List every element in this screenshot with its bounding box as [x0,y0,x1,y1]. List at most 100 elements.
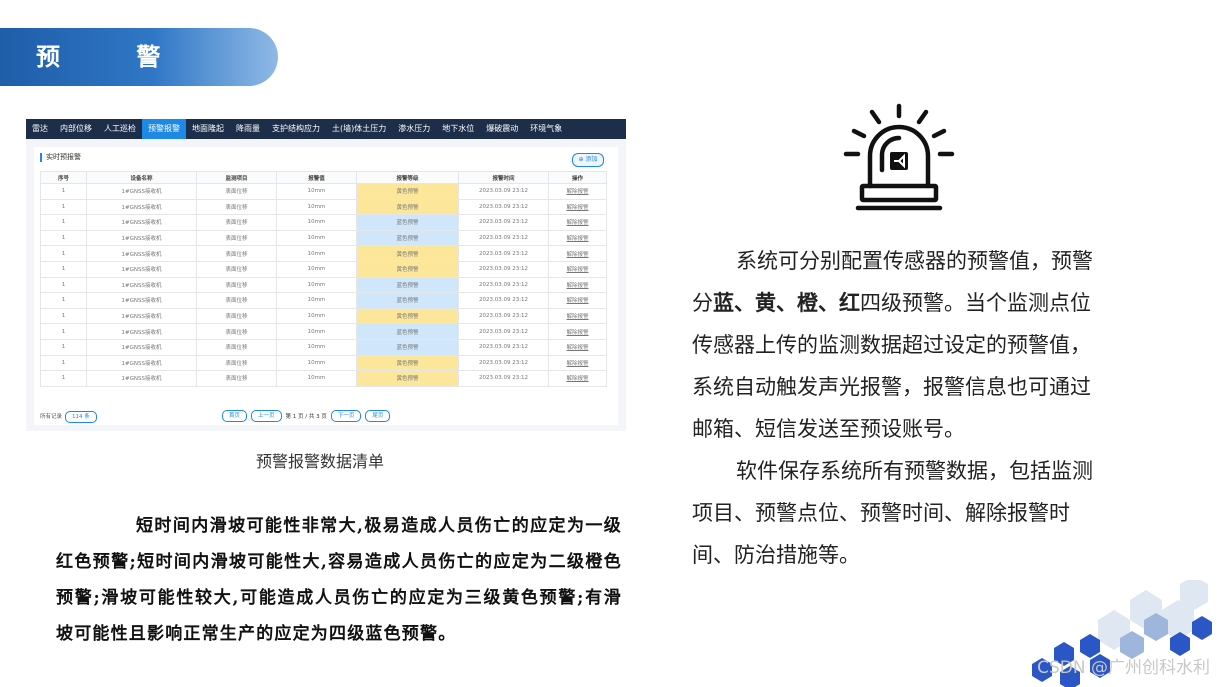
add-button[interactable]: ⊕ 添加 [572,153,604,167]
table-cell: 表面位移 [196,260,277,278]
table-cell: 表面位移 [196,323,277,340]
table-row: 1 1#GNSS接收机 表面位移 10mm 黄色预警 2023.03.09 23:12 解除… [40,260,607,278]
table-cell: 2023.03.09 23:12 [458,323,549,340]
alarm-level-cell: 黄色预警 [356,260,459,278]
page-title: 预 警 报 警 [36,42,195,129]
column-header: 序号 [40,171,87,184]
first-page-button[interactable]: 首页 [222,410,248,422]
table-cell: 2023.03.09 23:12 [458,292,549,309]
alarm-level-cell: 黄色预警 [356,198,459,216]
table-cell: 2023.03.09 23:12 [458,214,549,231]
page-info: 第 1 页 / 共 3 页 [285,414,327,420]
alarm-level-cell: 黄色预警 [356,370,459,387]
alarm-level-cell: 蓝色预警 [356,323,459,340]
table-cell: 1#GNSS接收机 [86,276,197,294]
table-row: 1 1#GNSS接收机 表面位移 10mm 蓝色预警 2023.03.09 23:12 解除… [40,292,607,309]
last-page-button[interactable]: 尾页 [365,410,391,422]
tab-item[interactable]: 雷达 [26,119,54,139]
ui-screenshot: 雷达 内部位移 人工巡检 预警报警 地面隆起 降雨量 支护结构应力 土(墙)体土压力 渗水压力地… [26,119,626,431]
table-cell: 1#GNSS接收机 [86,245,197,262]
table-cell: 1#GNSS接收机 [86,354,197,372]
table-row: 1 1#GNSS接收机 表面位移 10mm 蓝色预警 2023.03.09 23:12 解除… [40,323,607,340]
release-alarm-link[interactable]: 解除报警 [548,323,607,340]
table-cell: 1 [40,338,87,356]
table-cell: 2023.03.09 23:12 [458,276,549,294]
table-cell: 1 [40,198,87,216]
tab-item[interactable]: 环境气象 [524,119,568,139]
tab-item[interactable]: 地下水位 [436,119,480,139]
column-header: 报警时间 [458,171,549,184]
table-cell: 表面位移 [196,276,277,294]
table-cell: 10mm [276,354,357,372]
release-alarm-link[interactable]: 解除报警 [548,276,607,294]
table-cell: 1 [40,183,87,200]
table-cell: 1 [40,276,87,294]
tab-item[interactable]: 降雨量 [230,119,266,139]
prev-page-button[interactable]: 上一页 [251,410,282,422]
release-alarm-link[interactable]: 解除报警 [548,338,607,356]
table-cell: 表面位移 [196,245,277,262]
alarm-level-cell: 黄色预警 [356,307,459,325]
table-row: 1 1#GNSS接收机 表面位移 10mm 黄色预警 2023.03.09 23:12 解除… [40,307,607,325]
column-header: 报警值 [276,171,357,184]
release-alarm-link[interactable]: 解除报警 [548,183,607,200]
table-row: 1 1#GNSS接收机 表面位移 10mm 黄色预警 2023.03.09 23:12 解除… [40,370,607,387]
table-cell: 10mm [276,292,357,309]
table-cell: 10mm [276,276,357,294]
table-cell: 1 [40,292,87,309]
table-cell: 1 [40,307,87,325]
screenshot-caption: 预警报警数据清单 [256,452,385,471]
tab-item[interactable]: 预警报警 [142,119,186,139]
table-cell: 1 [40,245,87,262]
tab-item[interactable]: 爆破震动 [480,119,524,139]
release-alarm-link[interactable]: 解除报警 [548,245,607,262]
table-cell: 表面位移 [196,198,277,216]
table-row: 1 1#GNSS接收机 表面位移 10mm 蓝色预警 2023.03.09 23:12 解除… [40,338,607,356]
alarm-level-cell: 黄色预警 [356,183,459,200]
system-description: 系统可分别配置传感器的预警值，预警分蓝、黄、橙、红四级预警。当个监测点位传感器上… [692,240,1108,576]
tab-item[interactable]: 人工巡检 [98,119,142,139]
release-alarm-link[interactable]: 解除报警 [548,260,607,278]
table-cell: 2023.03.09 23:12 [458,245,549,262]
table-cell: 2023.03.09 23:12 [458,307,549,325]
tab-item[interactable]: 渗水压力 [392,119,436,139]
table-cell: 1#GNSS接收机 [86,323,197,340]
table-cell: 10mm [276,260,357,278]
release-alarm-link[interactable]: 解除报警 [548,214,607,231]
table-cell: 10mm [276,214,357,231]
table-row: 1 1#GNSS接收机 表面位移 10mm 蓝色预警 2023.03.09 23:12 解除… [40,276,607,294]
table-cell: 表面位移 [196,183,277,200]
table-cell: 10mm [276,245,357,262]
table-cell: 2023.03.09 23:12 [458,354,549,372]
next-page-button[interactable]: 下一页 [330,410,362,422]
release-alarm-link[interactable]: 解除报警 [548,370,607,387]
alarm-table: 序号 设备名称 监测项目 报警值 报警等级 报警时间 操作 1 1#GNSS接收机 表面位移 10… [40,171,607,387]
table-cell: 1#GNSS接收机 [86,229,197,247]
total-label: 所有记录 [40,414,63,420]
release-alarm-link[interactable]: 解除报警 [548,198,607,216]
release-alarm-link[interactable]: 解除报警 [548,292,607,309]
release-alarm-link[interactable]: 解除报警 [548,354,607,372]
release-alarm-link[interactable]: 解除报警 [548,229,607,247]
column-header: 报警等级 [356,171,459,184]
table-cell: 2023.03.09 23:12 [458,198,549,216]
alarm-level-cell: 蓝色预警 [356,292,459,309]
record-total: 所有记录 114 条 [40,411,97,423]
table-cell: 1 [40,260,87,278]
table-row: 1 1#GNSS接收机 表面位移 10mm 黄色预警 2023.03.09 23:12 解除… [40,198,607,216]
table-cell: 2023.03.09 23:12 [458,370,549,387]
table-cell: 1 [40,229,87,247]
tab-item[interactable]: 内部位移 [54,119,98,139]
table-cell: 2023.03.09 23:12 [458,260,549,278]
table-cell: 10mm [276,307,357,325]
table-cell: 表面位移 [196,307,277,325]
release-alarm-link[interactable]: 解除报警 [548,307,607,325]
table-cell: 10mm [276,183,357,200]
tab-item[interactable]: 支护结构应力 [266,119,326,139]
tab-item[interactable]: 土(墙)体土压力 [326,119,392,139]
tab-item[interactable]: 地面隆起 [186,119,230,139]
table-cell: 1 [40,214,87,231]
table-row: 1 1#GNSS接收机 表面位移 10mm 黄色预警 2023.03.09 23:12 解除… [40,183,607,200]
p1-bold-levels: 蓝、黄、橙、红 [713,290,860,315]
table-cell: 10mm [276,370,357,387]
